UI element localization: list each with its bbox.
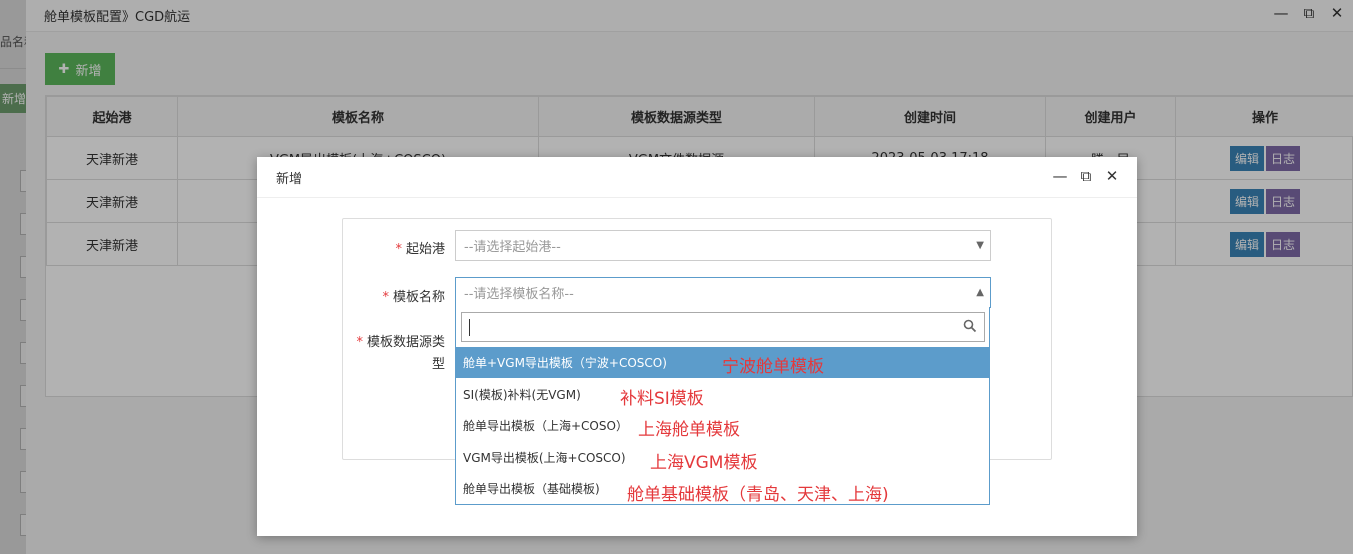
template-dropdown: 舱单+VGM导出模板（宁波+COSCO) SI(模板)补料(无VGM) 舱单导出… [455, 307, 990, 505]
dialog-title: 新增 [276, 171, 303, 187]
template-select-value: --请选择模板名称-- [464, 287, 574, 302]
dialog-titlebar: 新增 — ⧉ ✕ [257, 157, 1137, 198]
required-mark: * [395, 242, 402, 257]
template-field-label: * 模板名称 [382, 290, 445, 305]
annotation-label: 宁波舱单模板 [722, 357, 824, 377]
dialog-controls: — ⧉ ✕ [1052, 167, 1120, 185]
annotation-label: 上海舱单模板 [638, 420, 740, 440]
required-mark: * [382, 290, 389, 305]
maximize-icon[interactable]: ⧉ [1078, 167, 1094, 185]
port-field-label: * 起始港 [395, 242, 445, 257]
annotation-label: 舱单基础模板（青岛、天津、上海) [627, 485, 889, 505]
caret-down-icon: ▼ [976, 240, 984, 251]
minimize-icon[interactable]: — [1052, 167, 1068, 185]
text-cursor [469, 319, 470, 336]
annotation-label: 上海VGM模板 [650, 453, 758, 473]
dropdown-search-input[interactable] [461, 312, 985, 342]
annotation-label: 补料SI模板 [620, 389, 704, 409]
required-mark: * [356, 335, 363, 350]
template-select[interactable]: --请选择模板名称-- ▲ [455, 277, 991, 308]
close-icon[interactable]: ✕ [1104, 167, 1120, 185]
dropdown-option[interactable]: SI(模板)补料(无VGM) [456, 379, 989, 410]
port-select-value: --请选择起始港-- [464, 240, 561, 255]
source-type-field-label: * 模板数据源类 型 [356, 335, 445, 372]
search-icon [963, 319, 977, 333]
caret-up-icon: ▲ [976, 287, 984, 298]
port-select[interactable]: --请选择起始港-- ▼ [455, 230, 991, 261]
